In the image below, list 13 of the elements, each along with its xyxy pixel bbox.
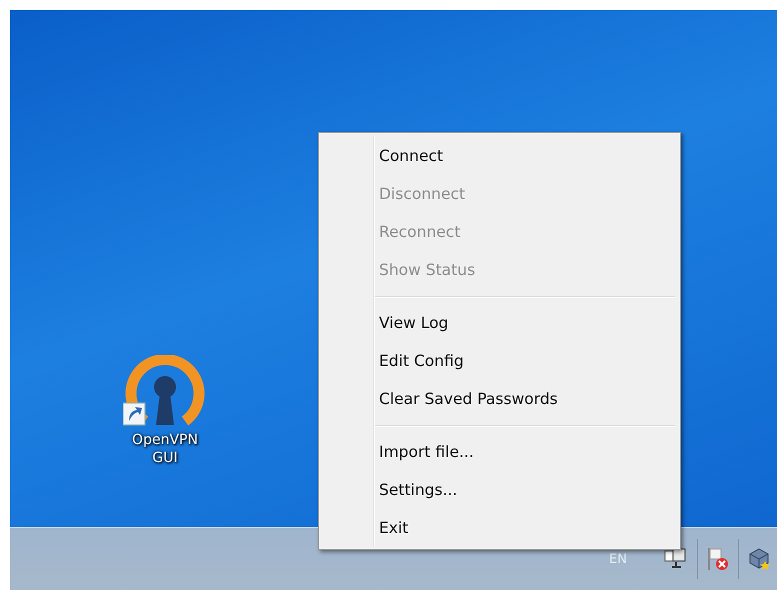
shortcut-label: OpenVPN [132,431,198,449]
flag-error-icon[interactable] [706,546,730,572]
menu-item[interactable]: Settings... [322,471,677,509]
menu-item[interactable]: Clear Saved Passwords [322,380,677,418]
shortcut-label: GUI [152,449,178,467]
cube-star-icon[interactable] [747,547,771,571]
menu-item[interactable]: View Log [322,304,677,342]
keyhole-ring-icon [123,355,207,427]
menu-item[interactable]: Exit [322,509,677,547]
menu-item[interactable]: Import file... [322,433,677,471]
menu-item[interactable]: Connect [322,137,677,175]
menu-item[interactable]: Edit Config [322,342,677,380]
desktop-shortcut[interactable]: OpenVPN GUI [110,355,220,467]
